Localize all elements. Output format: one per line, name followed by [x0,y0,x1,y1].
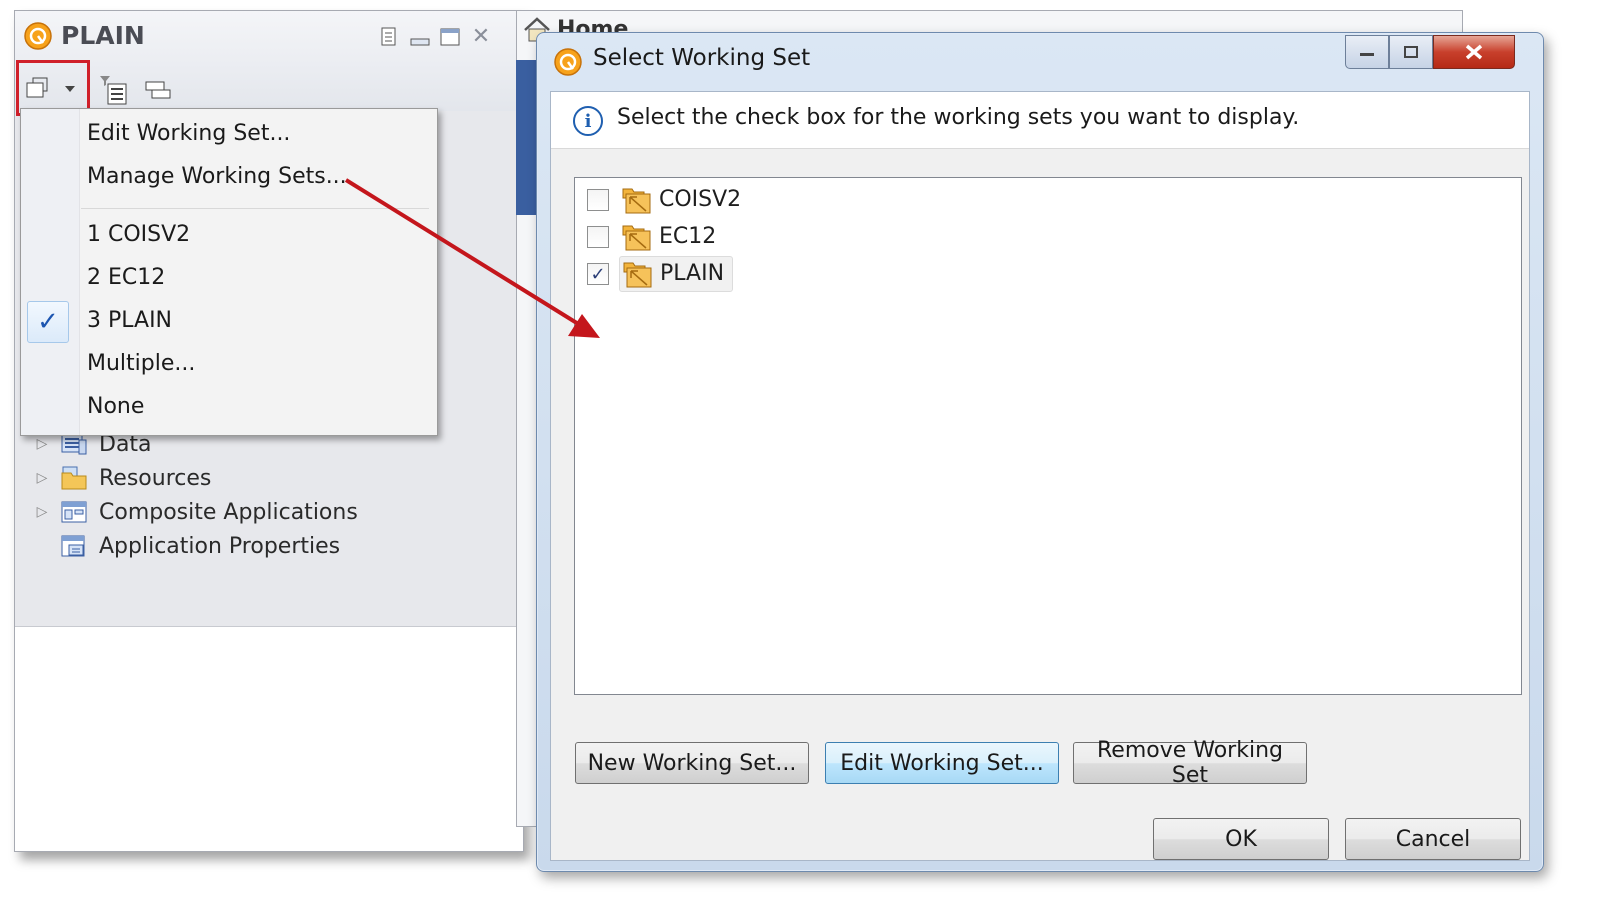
annotation-arrow [344,178,600,338]
